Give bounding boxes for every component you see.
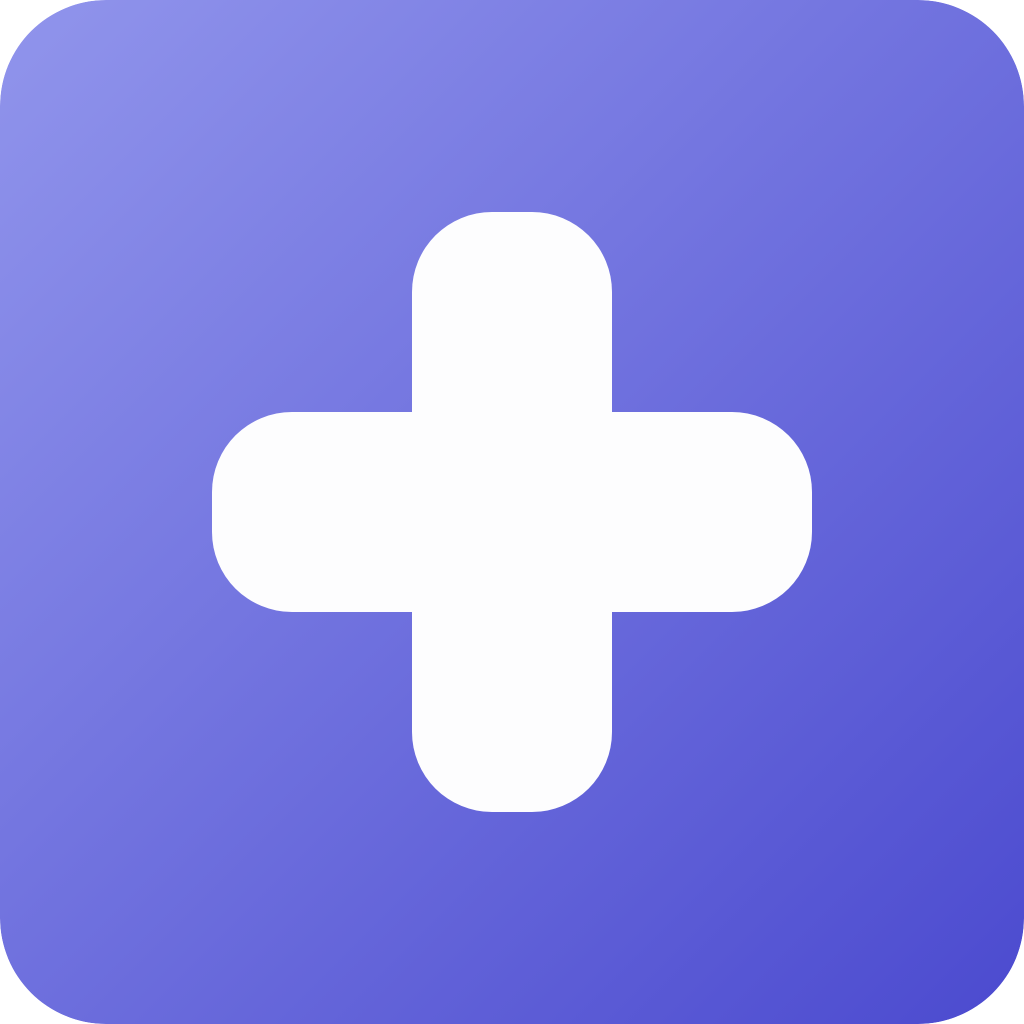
app-icon[interactable] <box>0 0 1024 1024</box>
plus-icon-horizontal-bar <box>212 412 812 612</box>
app-icon-graphic <box>0 0 1024 1024</box>
